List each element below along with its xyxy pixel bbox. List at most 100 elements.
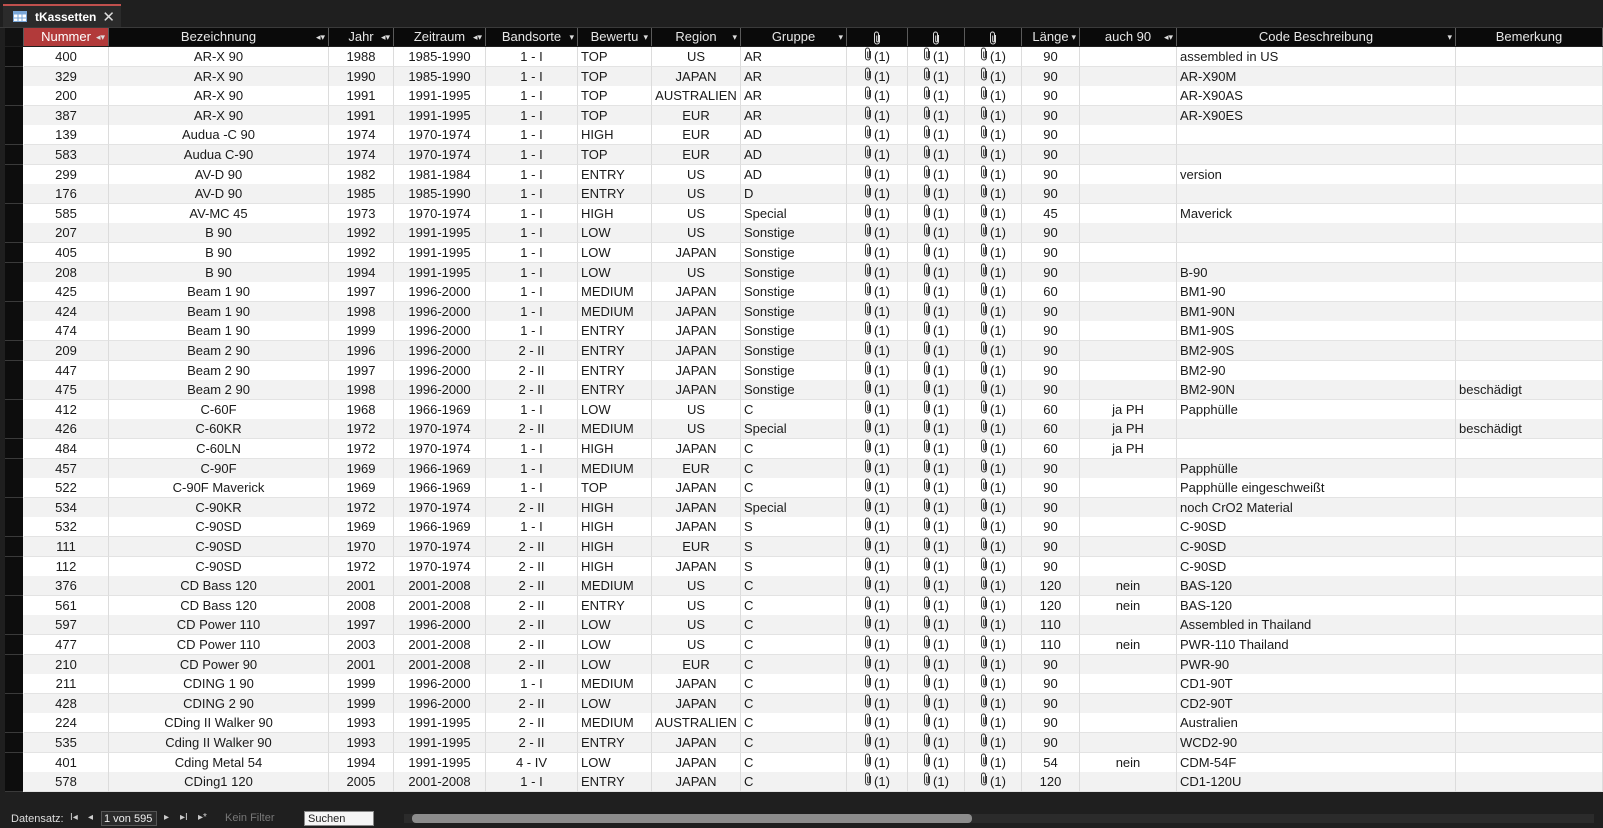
table-cell[interactable]: 1997 — [329, 615, 394, 636]
attachment-cell[interactable]: (1) — [847, 399, 908, 420]
attachment-cell[interactable]: (1) — [965, 105, 1022, 126]
table-row[interactable]: 401 Cding Metal 54 1994 1991-1995 4 - IV LOW J… — [5, 752, 1603, 773]
row-selector[interactable] — [5, 654, 23, 675]
table-cell[interactable]: 1996-2000 — [394, 282, 486, 303]
attachment-cell[interactable]: (1) — [908, 145, 965, 165]
table-cell[interactable]: JAPAN — [652, 66, 741, 87]
attachment-cell[interactable]: (1) — [847, 615, 908, 636]
table-cell[interactable]: AV-D 90 — [109, 184, 329, 205]
table-cell[interactable] — [1177, 125, 1456, 146]
attachment-cell[interactable]: (1) — [847, 713, 908, 734]
table-cell[interactable]: 1992 — [329, 243, 394, 263]
attachment-cell[interactable]: (1) — [965, 399, 1022, 420]
attachment-cell[interactable]: (1) — [965, 615, 1022, 636]
table-cell[interactable]: 2 - II — [486, 713, 578, 734]
table-cell[interactable] — [1080, 380, 1177, 401]
table-cell[interactable]: ENTRY — [578, 321, 652, 342]
table-row[interactable]: 210 CD Power 90 2001 2001-2008 2 - II LOW EUR C… — [5, 654, 1603, 675]
table-cell[interactable]: MEDIUM — [578, 282, 652, 303]
table-cell[interactable]: nein — [1080, 595, 1177, 616]
attachment-cell[interactable]: (1) — [847, 752, 908, 773]
attachment-cell[interactable]: (1) — [908, 517, 965, 538]
table-cell[interactable]: MEDIUM — [578, 674, 652, 695]
table-cell[interactable] — [1080, 301, 1177, 322]
table-cell[interactable]: LOW — [578, 752, 652, 773]
table-cell[interactable]: 405 — [24, 243, 109, 263]
table-cell[interactable]: 474 — [24, 321, 109, 342]
table-cell[interactable]: 1970-1974 — [394, 537, 486, 557]
table-cell[interactable]: 1970-1974 — [394, 203, 486, 224]
table-cell[interactable] — [1177, 145, 1456, 165]
table-cell[interactable]: 1998 — [329, 301, 394, 322]
table-cell[interactable]: 1 - I — [486, 47, 578, 67]
table-cell[interactable]: CD Power 110 — [109, 635, 329, 655]
table-cell[interactable]: Assembled in Thailand — [1177, 615, 1456, 636]
table-cell[interactable]: 1 - I — [486, 458, 578, 479]
table-cell[interactable] — [1456, 164, 1603, 185]
column-header-1[interactable]: Bezeichnung ◂▾ — [109, 28, 329, 46]
table-cell[interactable]: JAPAN — [652, 693, 741, 714]
table-cell[interactable]: JAPAN — [652, 380, 741, 401]
table-row[interactable]: 211 CDING 1 90 1999 1996-2000 1 - I MEDIUM JAP… — [5, 674, 1603, 695]
table-cell[interactable]: JAPAN — [652, 733, 741, 753]
attachment-cell[interactable]: (1) — [965, 321, 1022, 342]
new-record-button[interactable]: ▸* — [198, 812, 207, 823]
table-cell[interactable]: beschädigt — [1456, 380, 1603, 401]
search-input[interactable]: Suchen — [304, 811, 374, 826]
table-cell[interactable]: 1993 — [329, 733, 394, 753]
table-cell[interactable]: 1996-2000 — [394, 360, 486, 381]
table-cell[interactable]: MEDIUM — [578, 713, 652, 734]
table-cell[interactable]: 1996-2000 — [394, 380, 486, 401]
table-cell[interactable]: EUR — [652, 458, 741, 479]
table-cell[interactable] — [1080, 243, 1177, 263]
table-cell[interactable]: JAPAN — [652, 321, 741, 342]
table-row[interactable]: 376 CD Bass 120 2001 2001-2008 2 - II MEDIUM U… — [5, 576, 1603, 597]
attachment-cell[interactable]: (1) — [965, 595, 1022, 616]
table-cell[interactable]: MEDIUM — [578, 419, 652, 440]
table-cell[interactable]: AR-X 90 — [109, 105, 329, 126]
table-cell[interactable]: 477 — [24, 635, 109, 655]
table-cell[interactable]: C — [741, 615, 847, 636]
attachment-cell[interactable]: (1) — [965, 380, 1022, 401]
table-cell[interactable]: JAPAN — [652, 478, 741, 499]
table-cell[interactable]: JAPAN — [652, 674, 741, 695]
table-cell[interactable]: C — [741, 478, 847, 499]
table-cell[interactable]: US — [652, 184, 741, 205]
table-cell[interactable]: 1999 — [329, 321, 394, 342]
table-cell[interactable]: 60 — [1022, 419, 1080, 440]
attachment-cell[interactable]: (1) — [847, 458, 908, 479]
attachment-cell[interactable]: (1) — [908, 321, 965, 342]
table-cell[interactable]: 534 — [24, 497, 109, 518]
table-cell[interactable]: C-90SD — [1177, 517, 1456, 538]
filter-sort-icon[interactable]: ◂▾ — [1164, 28, 1173, 46]
table-cell[interactable]: BAS-120 — [1177, 576, 1456, 597]
table-cell[interactable]: AR-X90AS — [1177, 86, 1456, 107]
table-cell[interactable] — [1456, 105, 1603, 126]
table-cell[interactable]: C — [741, 693, 847, 714]
first-record-button[interactable]: I◂ — [70, 812, 78, 823]
table-cell[interactable]: Sonstige — [741, 262, 847, 283]
row-selector[interactable] — [5, 164, 23, 185]
table-cell[interactable] — [1080, 341, 1177, 361]
table-cell[interactable]: 112 — [24, 556, 109, 577]
table-cell[interactable] — [1177, 439, 1456, 459]
attachment-cell[interactable]: (1) — [908, 66, 965, 87]
table-cell[interactable] — [1456, 635, 1603, 655]
table-cell[interactable]: 139 — [24, 125, 109, 146]
table-cell[interactable]: 60 — [1022, 399, 1080, 420]
table-cell[interactable] — [1456, 693, 1603, 714]
table-cell[interactable]: Sonstige — [741, 301, 847, 322]
table-cell[interactable]: 90 — [1022, 360, 1080, 381]
table-row[interactable]: 387 AR-X 90 1991 1991-1995 1 - I TOP EUR AR 90 AR… — [5, 105, 1603, 126]
attachment-cell[interactable]: (1) — [965, 772, 1022, 793]
table-cell[interactable] — [1456, 301, 1603, 322]
table-cell[interactable]: C — [741, 595, 847, 616]
table-cell[interactable]: B 90 — [109, 243, 329, 263]
attachment-cell[interactable]: (1) — [847, 380, 908, 401]
table-cell[interactable]: 457 — [24, 458, 109, 479]
attachment-cell[interactable]: (1) — [965, 576, 1022, 597]
table-cell[interactable]: CDING 1 90 — [109, 674, 329, 695]
row-selector[interactable] — [5, 145, 23, 165]
row-selector[interactable] — [5, 380, 23, 401]
table-cell[interactable]: 90 — [1022, 556, 1080, 577]
